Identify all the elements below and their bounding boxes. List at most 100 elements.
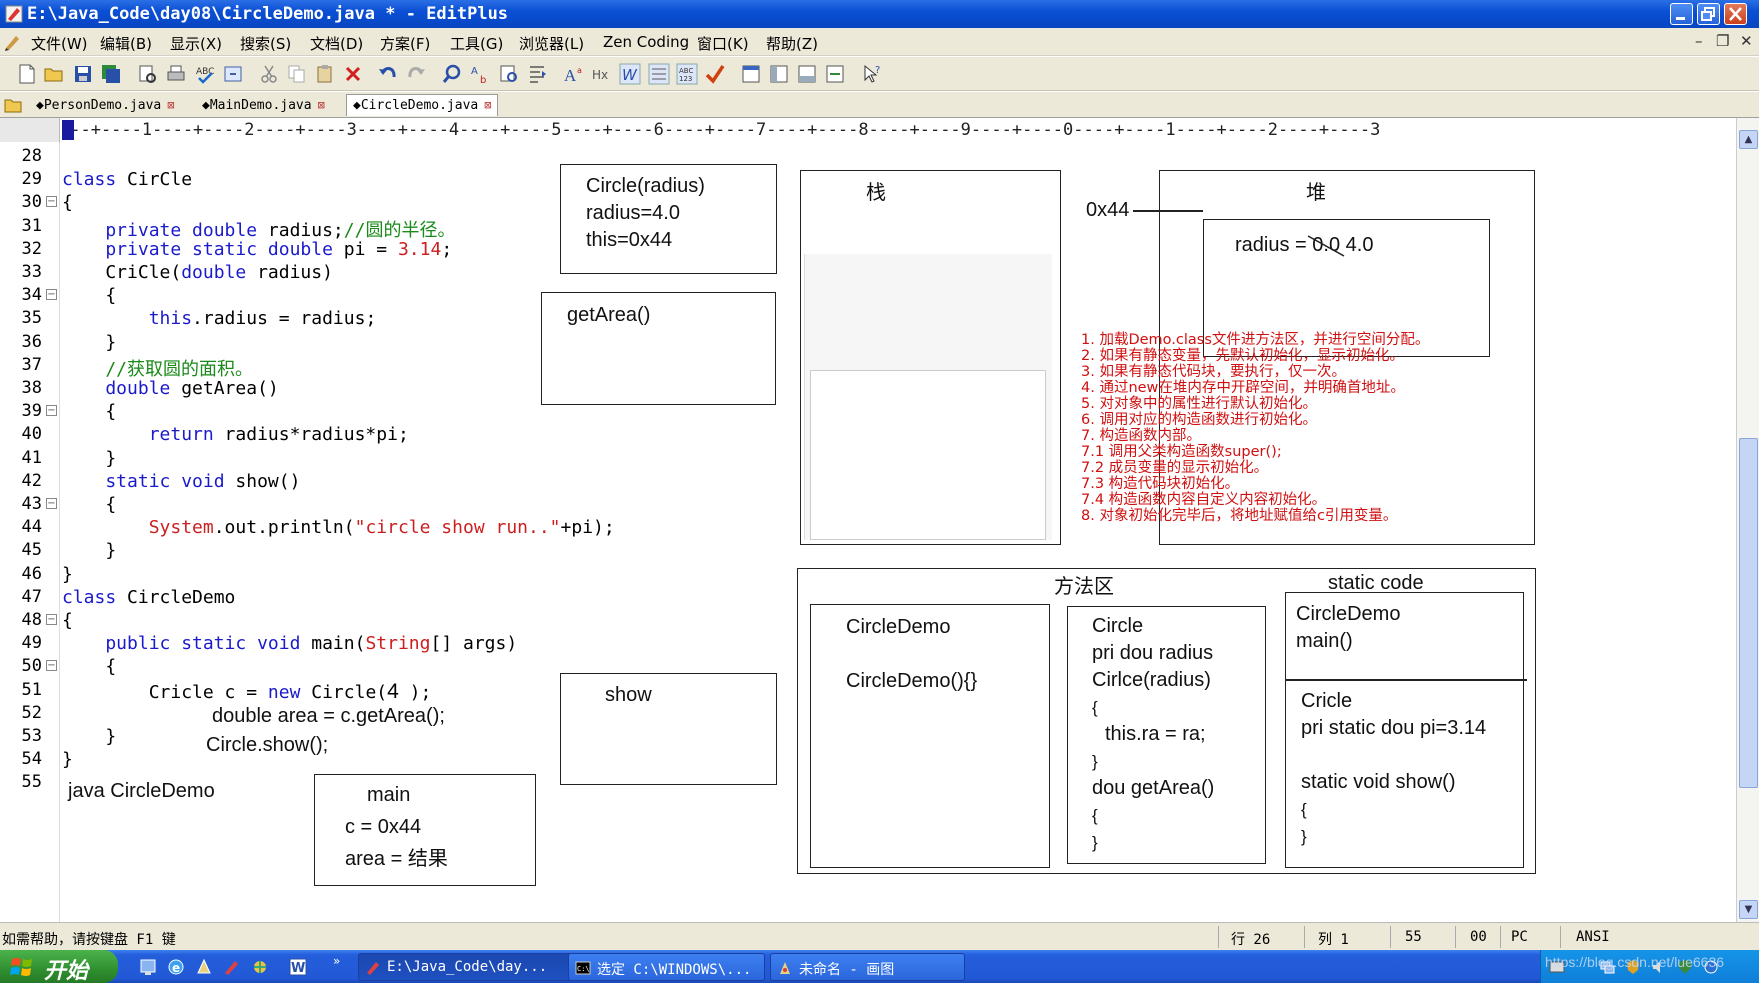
quicklaunch-overflow-icon[interactable]: » [333,954,340,968]
status-encoding[interactable]: ANSI [1576,929,1610,945]
menu-file[interactable]: 文件(W) [31,33,88,54]
status-separator [1500,926,1501,948]
line-number: 44 [21,517,42,537]
class-line: { [1092,806,1098,825]
menu-zen-coding[interactable]: Zen Coding [603,33,689,51]
spell-check-toggle-icon[interactable] [704,63,726,85]
start-button[interactable]: 开始 [0,950,118,983]
frame-title: show [605,684,652,706]
menu-project[interactable]: 方案(F) [380,33,430,54]
tab-maindemo[interactable]: ◆MainDemo.java ⊠ [196,95,331,117]
help-pointer-icon[interactable]: ? [862,63,884,85]
fold-toggle-icon[interactable]: − [46,498,57,509]
java-file-icon: ◆ [353,98,361,113]
document-menu-icon[interactable] [4,33,22,51]
keyword: public static void [62,633,301,654]
ruler-cursor-marker [62,120,74,140]
menu-window[interactable]: 窗口(K) [697,33,749,54]
taskbar-item-cmd[interactable]: C:\ 选定 C:\WINDOWS\... [568,953,765,981]
spell-check-icon[interactable]: ABC [194,63,216,85]
keyword: class [62,169,117,190]
tab-close-icon[interactable]: ⊠ [167,98,174,112]
new-file-icon[interactable] [16,63,38,85]
taskbar-item-paint[interactable]: 未命名 - 画图 [770,953,965,981]
paint-quicklaunch-icon[interactable] [250,957,270,977]
scroll-thumb[interactable] [1739,438,1758,788]
save-all-icon[interactable] [100,63,122,85]
minimize-button[interactable] [1670,3,1693,25]
editplus-app-icon[interactable] [5,5,23,23]
menu-tools[interactable]: 工具(G) [450,33,503,54]
mdi-minimize-icon[interactable]: – [1695,32,1703,50]
menu-bar: 文件(W) 编辑(B) 显示(X) 搜索(S) 文档(D) 方案(F) 工具(G… [0,28,1759,56]
code-editor[interactable]: 28 29 30 31 32 33 34 35 36 37 38 39 40 4… [0,142,1736,922]
panel-toggle-icon[interactable] [740,63,762,85]
static-line: main() [1296,630,1353,652]
editplus-quicklaunch-icon[interactable] [222,957,242,977]
output-window-icon[interactable] [796,63,818,85]
open-folder-icon[interactable] [43,63,65,85]
taskbar-item-label: E:\Java_Code\day... [387,959,548,975]
goto-line-icon[interactable] [526,63,548,85]
mdi-close-icon[interactable]: ✕ [1740,32,1753,50]
print-icon[interactable] [165,63,187,85]
fold-toggle-icon[interactable]: − [46,196,57,207]
cut-icon[interactable] [258,63,280,85]
font-icon[interactable]: Aa [563,63,585,85]
mdi-restore-icon[interactable]: ❐ [1716,32,1729,50]
code-line-29: class CirCle [62,169,192,190]
close-button[interactable] [1724,3,1747,25]
fold-toggle-icon[interactable]: − [46,660,57,671]
scroll-down-icon[interactable]: ▼ [1739,900,1758,919]
toolbar: ABC Ab Aa Hx W ABC 123 ? [0,57,1759,91]
paste-icon[interactable] [314,63,336,85]
save-icon[interactable] [72,63,94,85]
line-numbers-icon[interactable] [648,63,670,85]
hex-viewer-icon[interactable]: Hx [591,63,613,85]
copy-icon[interactable] [286,63,308,85]
tab-close-icon[interactable]: ⊠ [484,98,491,112]
print-preview-icon[interactable] [136,63,158,85]
menu-edit[interactable]: 编辑(B) [100,33,152,54]
delete-icon[interactable] [342,63,364,85]
replace-icon[interactable]: Ab [470,63,492,85]
menu-help[interactable]: 帮助(Z) [766,33,818,54]
cliptext-window-icon[interactable] [824,63,846,85]
fold-toggle-icon[interactable]: − [46,289,57,300]
find-in-files-icon[interactable] [498,63,520,85]
menu-browser[interactable]: 浏览器(L) [519,33,584,54]
browser-preview-icon[interactable] [222,63,244,85]
status-separator [1304,926,1305,948]
folder-icon[interactable] [4,96,22,113]
quicklaunch-app-icon[interactable] [194,957,214,977]
tab-close-icon[interactable]: ⊠ [318,98,325,112]
internet-explorer-icon[interactable]: e [166,957,186,977]
menu-document[interactable]: 文档(D) [310,33,363,54]
directory-window-icon[interactable] [768,63,790,85]
status-separator [1560,926,1561,948]
windows-taskbar: 开始 e W » E:\Java_Code\day... C:\ 选定 C:\W… [0,950,1759,983]
fold-toggle-icon[interactable]: − [46,614,57,625]
menu-view[interactable]: 显示(X) [170,33,222,54]
status-line-ending[interactable]: PC [1511,929,1528,945]
ruler-toggle-icon[interactable]: ABC123 [676,63,698,85]
taskbar-item-label: 未命名 - 画图 [799,962,895,978]
show-desktop-icon[interactable] [138,957,158,977]
scroll-up-icon[interactable]: ▲ [1739,130,1758,149]
undo-icon[interactable] [377,63,399,85]
maximize-button[interactable] [1697,3,1720,25]
tab-persondemo[interactable]: ◆PersonDemo.java ⊠ [30,95,180,117]
word-wrap-icon[interactable]: W [619,63,641,85]
status-separator [1218,926,1219,948]
vertical-scrollbar[interactable]: ▲ ▼ [1736,118,1759,922]
keyword: private double [62,220,258,241]
fold-toggle-icon[interactable]: − [46,405,57,416]
line-number: 29 [21,169,42,189]
redo-icon[interactable] [405,63,427,85]
menu-search[interactable]: 搜索(S) [240,33,291,54]
taskbar-item-editplus[interactable]: E:\Java_Code\day... [358,953,573,981]
find-icon[interactable] [441,63,463,85]
word-quicklaunch-icon[interactable]: W [288,957,308,977]
tab-circledemo[interactable]: ◆CircleDemo.java ⊠ [346,94,499,116]
line-number: 45 [21,540,42,560]
